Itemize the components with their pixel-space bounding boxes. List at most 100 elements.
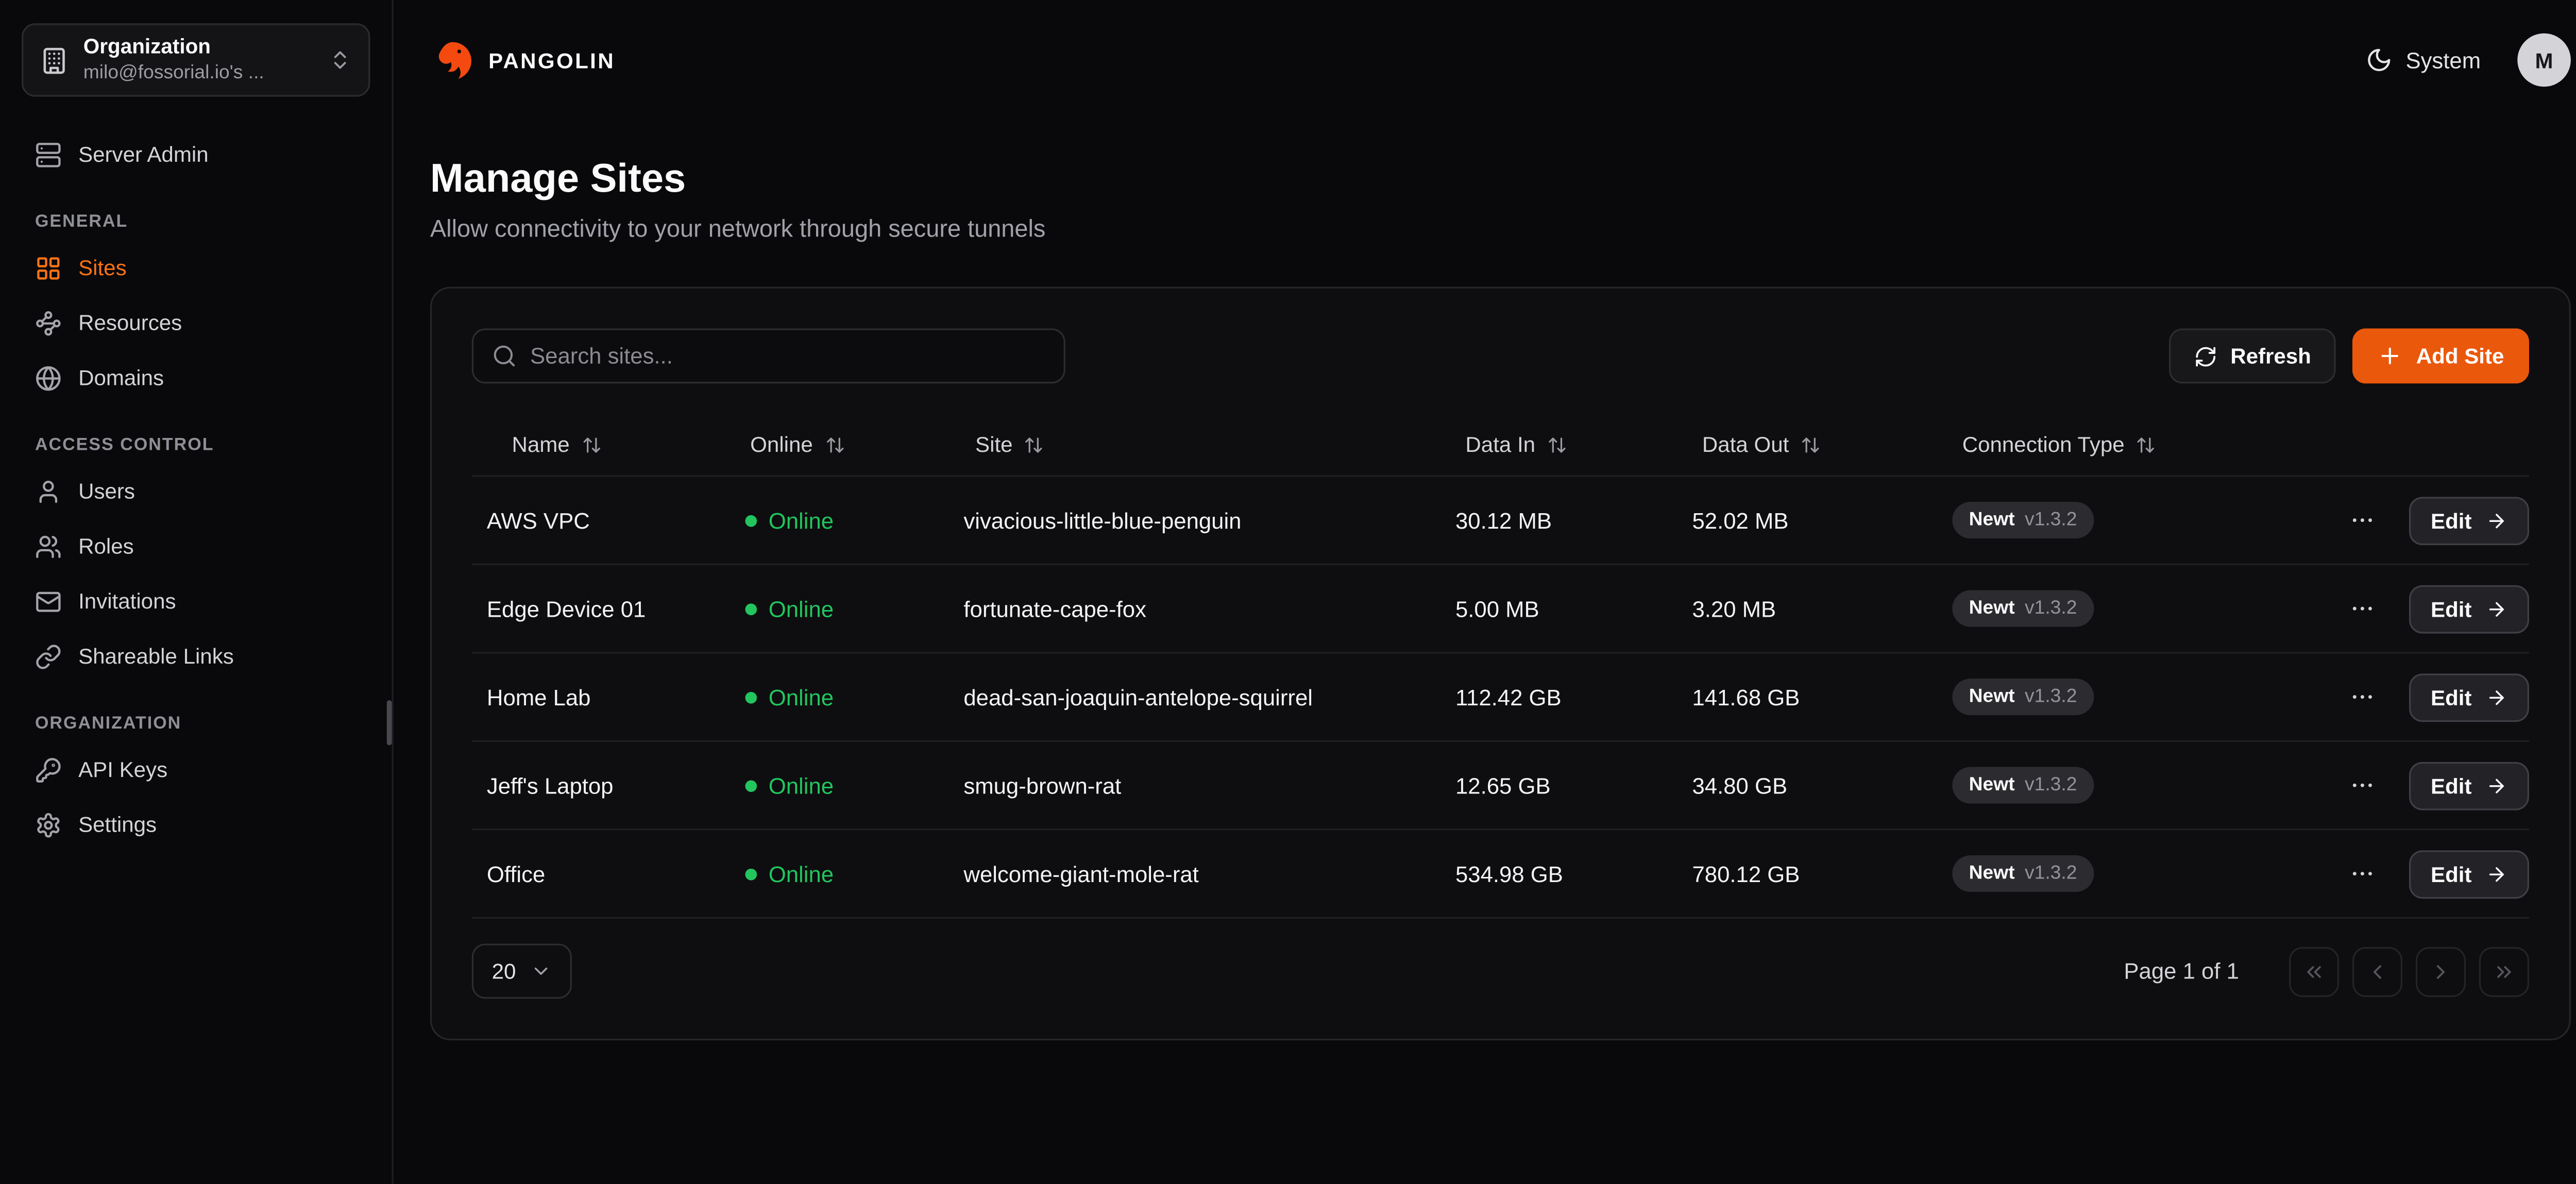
theme-toggle[interactable]: System bbox=[2366, 47, 2481, 74]
table-row: Home Lab Online dead-san-joaquin-antelop… bbox=[472, 654, 2529, 742]
status-label: Online bbox=[769, 773, 834, 798]
client-version: v1.3.2 bbox=[2025, 864, 2077, 884]
sidebar-item-invitations[interactable]: Invitations bbox=[22, 573, 370, 629]
site-name: AWS VPC bbox=[472, 508, 731, 533]
sidebar-item-sites[interactable]: Sites bbox=[22, 240, 370, 295]
site-slug: welcome-giant-mole-rat bbox=[948, 861, 1440, 886]
online-dot-icon bbox=[745, 514, 757, 526]
first-page-button[interactable] bbox=[2289, 946, 2339, 996]
org-selector-title: Organization bbox=[83, 33, 314, 61]
page-subtitle: Allow connectivity to your network throu… bbox=[430, 217, 2571, 244]
app-window: Organization milo@fossorial.io's ... Ser… bbox=[0, 0, 2576, 1184]
refresh-button[interactable]: Refresh bbox=[2168, 328, 2336, 383]
column-header-online[interactable]: Online bbox=[730, 432, 948, 457]
mail-icon bbox=[35, 588, 62, 615]
client-version: v1.3.2 bbox=[2025, 775, 2077, 796]
row-actions-menu-button[interactable] bbox=[2343, 854, 2383, 894]
sidebar-item-resources[interactable]: Resources bbox=[22, 295, 370, 350]
site-name: Office bbox=[472, 861, 731, 886]
connection-type-badge: Newtv1.3.2 bbox=[1952, 679, 2093, 715]
column-header-site[interactable]: Site bbox=[948, 432, 1440, 457]
sidebar-item-label: Roles bbox=[78, 534, 134, 559]
chevron-right-icon bbox=[2429, 959, 2452, 983]
edit-button[interactable]: Edit bbox=[2409, 584, 2529, 633]
key-icon bbox=[35, 756, 62, 783]
sidebar-item-domains[interactable]: Domains bbox=[22, 350, 370, 405]
data-in-value: 112.42 GB bbox=[1440, 684, 1677, 709]
avatar[interactable]: M bbox=[2517, 33, 2571, 87]
sites-toolbar: Refresh Add Site bbox=[472, 328, 2529, 383]
arrow-right-icon bbox=[2485, 686, 2506, 708]
arrow-right-icon bbox=[2485, 510, 2506, 531]
edit-label: Edit bbox=[2431, 508, 2471, 533]
sidebar-item-label: Users bbox=[78, 479, 135, 504]
org-selector[interactable]: Organization milo@fossorial.io's ... bbox=[22, 23, 370, 96]
column-header-name[interactable]: Name bbox=[472, 432, 731, 457]
client-name: Newt bbox=[1969, 864, 2015, 884]
ellipsis-icon bbox=[2349, 684, 2376, 711]
sort-icon bbox=[1547, 434, 1567, 454]
data-in-value: 30.12 MB bbox=[1440, 508, 1677, 533]
sort-icon bbox=[1801, 434, 1821, 454]
status-label: Online bbox=[769, 861, 834, 886]
status-label: Online bbox=[769, 508, 834, 533]
row-actions-menu-button[interactable] bbox=[2343, 588, 2383, 629]
section-label-access-control: ACCESS CONTROL bbox=[35, 435, 357, 455]
brand: PANGOLIN bbox=[430, 38, 615, 82]
edit-button[interactable]: Edit bbox=[2409, 761, 2529, 809]
chevrons-right-icon bbox=[2493, 959, 2516, 983]
connection-type-badge: Newtv1.3.2 bbox=[1952, 502, 2093, 538]
edit-button[interactable]: Edit bbox=[2409, 496, 2529, 545]
sidebar-item-label: Resources bbox=[78, 310, 182, 335]
sidebar-item-roles[interactable]: Roles bbox=[22, 518, 370, 573]
column-label: Data Out bbox=[1702, 432, 1789, 457]
column-header-data-in[interactable]: Data In bbox=[1440, 432, 1677, 457]
section-label-general: GENERAL bbox=[35, 212, 357, 232]
search-input[interactable] bbox=[530, 344, 1045, 369]
prev-page-button[interactable] bbox=[2352, 946, 2402, 996]
site-slug: dead-san-joaquin-antelope-squirrel bbox=[948, 684, 1440, 709]
status-badge: Online bbox=[745, 596, 948, 621]
edit-label: Edit bbox=[2431, 684, 2471, 709]
sidebar-item-server-admin[interactable]: Server Admin bbox=[22, 127, 370, 182]
connection-type-badge: Newt v1.3.2 bbox=[1952, 855, 2093, 892]
client-version: v1.3.2 bbox=[2025, 599, 2077, 619]
sidebar-item-api-keys[interactable]: API Keys bbox=[22, 742, 370, 797]
sidebar-item-users[interactable]: Users bbox=[22, 464, 370, 519]
last-page-button[interactable] bbox=[2479, 946, 2529, 996]
client-name: Newt bbox=[1969, 599, 2015, 619]
section-label-organization: ORGANIZATION bbox=[35, 714, 357, 734]
edit-button[interactable]: Edit bbox=[2409, 673, 2529, 721]
search-box bbox=[472, 328, 1065, 383]
online-dot-icon bbox=[745, 691, 757, 703]
topbar: PANGOLIN System M bbox=[430, 0, 2571, 120]
column-header-data-out[interactable]: Data Out bbox=[1677, 432, 1937, 457]
add-site-button[interactable]: Add Site bbox=[2353, 328, 2529, 383]
sidebar-scrollbar[interactable] bbox=[387, 700, 392, 745]
client-name: Newt bbox=[1969, 510, 2015, 530]
add-site-label: Add Site bbox=[2416, 344, 2504, 369]
table-header-row: Name Online Site Data In bbox=[472, 414, 2529, 477]
page-size-select[interactable]: 20 bbox=[472, 944, 573, 999]
row-actions-menu-button[interactable] bbox=[2343, 677, 2383, 717]
data-out-value: 52.02 MB bbox=[1677, 508, 1937, 533]
sidebar-item-label: Settings bbox=[78, 812, 157, 837]
edit-label: Edit bbox=[2431, 861, 2471, 886]
online-dot-icon bbox=[745, 603, 757, 615]
edit-label: Edit bbox=[2431, 596, 2471, 621]
row-actions-menu-button[interactable] bbox=[2343, 500, 2383, 540]
site-name: Edge Device 01 bbox=[472, 596, 731, 621]
sidebar-item-settings[interactable]: Settings bbox=[22, 797, 370, 852]
plus-icon bbox=[2378, 344, 2403, 369]
column-header-connection-type[interactable]: Connection Type bbox=[1937, 432, 2327, 457]
status-label: Online bbox=[769, 596, 834, 621]
row-actions-menu-button[interactable] bbox=[2343, 765, 2383, 805]
column-label: Name bbox=[512, 432, 569, 457]
edit-button[interactable]: Edit bbox=[2409, 850, 2529, 898]
page-size-value: 20 bbox=[492, 959, 516, 984]
next-page-button[interactable] bbox=[2416, 946, 2466, 996]
building-icon bbox=[40, 46, 69, 74]
sidebar-item-shareable-links[interactable]: Shareable Links bbox=[22, 629, 370, 684]
arrow-right-icon bbox=[2485, 598, 2506, 619]
site-name: Home Lab bbox=[472, 684, 731, 709]
